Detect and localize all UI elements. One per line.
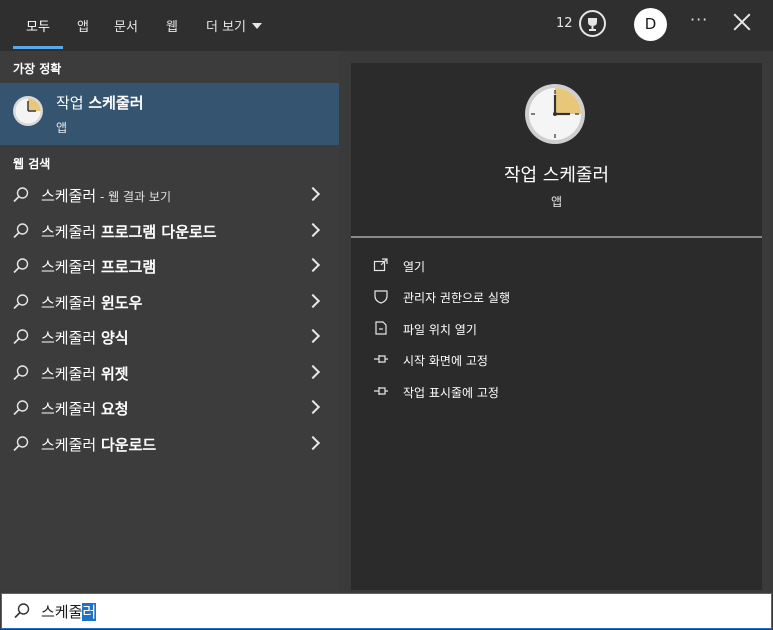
chevron-right-icon[interactable] [305,364,321,380]
results-pane: 가장 정확 작업 스케줄러 앱 웹 검색 스케줄러 - 웹 결과 보기 스케줄러 … [0,51,339,591]
search-icon [13,602,31,620]
search-icon [12,186,30,204]
web-search-text: 스케줄러 윈도우 [41,292,142,313]
chevron-right-icon[interactable] [305,435,321,451]
chevron-down-icon [252,23,263,29]
more-options-icon[interactable]: ··· [690,10,708,29]
chevron-right-icon[interactable] [305,399,321,415]
web-search-query: 스케줄러 [41,329,101,347]
search-typed-text: 스케줄 [41,603,83,621]
chevron-right-icon[interactable] [305,293,321,309]
active-tab-indicator [13,46,63,49]
top-tab-bar: 모두 앱 문서 웹 더 보기 12 D ··· [0,0,773,51]
web-search-item[interactable]: 스케줄러 - 웹 결과 보기 [0,177,339,213]
best-match-title-prefix: 작업 [56,94,89,112]
web-search-heading: 웹 검색 [13,157,51,171]
detail-divider [351,236,762,238]
pin-to-start-label: 시작 화면에 고정 [403,354,488,368]
detail-app-type: 앱 [550,195,563,209]
search-icon [12,257,30,275]
avatar[interactable]: D [634,8,667,41]
chevron-right-icon[interactable] [305,328,321,344]
search-selected-text: 러 [82,603,97,621]
web-search-query: 스케줄러 [41,187,97,205]
best-match-type: 앱 [56,121,68,135]
pin-to-taskbar-label: 작업 표시줄에 고정 [403,386,499,400]
shield-icon [373,288,389,304]
search-icon [12,399,30,417]
web-search-text: 스케줄러 프로그램 [41,256,156,277]
pin-icon [373,351,389,367]
search-icon [12,222,30,240]
web-search-text: 스케줄러 위젯 [41,363,129,384]
web-search-query: 스케줄러 [41,400,101,418]
tab-more[interactable]: 더 보기 [206,16,263,35]
close-icon[interactable] [733,13,751,31]
web-search-item[interactable]: 스케줄러 프로그램 [0,248,339,284]
web-search-hint: - 웹 결과 보기 [96,190,171,204]
web-search-query: 스케줄러 [41,258,101,276]
search-input[interactable]: 스케줄러 [41,601,97,622]
web-search-item[interactable]: 스케줄러 위젯 [0,355,339,391]
open-label: 열기 [403,260,426,274]
web-search-query: 스케줄러 [41,294,101,312]
pin-icon [373,383,389,399]
chevron-right-icon[interactable] [305,186,321,202]
search-icon [12,435,30,453]
task-scheduler-large-icon [524,83,586,145]
search-icon [12,293,30,311]
detail-pane: 작업 스케줄러 앱 열기 관리자 권한으로 실행 파일 위치 열기 시작 화면에… [351,63,762,590]
best-match-heading: 가장 정확 [13,62,62,76]
best-match-title-bold: 스케줄러 [88,94,144,112]
search-icon [12,364,30,382]
detail-app-title: 작업 스케줄러 [503,165,610,186]
chevron-right-icon[interactable] [305,257,321,273]
chevron-right-icon[interactable] [305,222,321,238]
tab-web[interactable]: 웹 [166,16,178,35]
web-search-query: 스케줄러 [41,223,101,241]
web-search-text: 스케줄러 - 웹 결과 보기 [41,185,171,206]
open-file-location-label: 파일 위치 열기 [403,323,477,337]
web-search-item[interactable]: 스케줄러 다운로드 [0,426,339,462]
web-search-query: 스케줄러 [41,365,101,383]
search-icon [12,328,30,346]
web-search-suggestion: 다운로드 [100,436,157,454]
web-search-item[interactable]: 스케줄러 양식 [0,319,339,355]
web-search-suggestion: 윈도우 [100,294,143,312]
best-match-title: 작업 스케줄러 [56,92,144,113]
web-search-text: 스케줄러 다운로드 [41,434,156,455]
tab-apps[interactable]: 앱 [77,16,89,35]
web-search-item[interactable]: 스케줄러 프로그램 다운로드 [0,213,339,249]
best-match-item[interactable]: 작업 스케줄러 앱 [0,83,339,145]
web-search-suggestion: 프로그램 [100,258,157,276]
run-as-admin-label: 관리자 권한으로 실행 [403,291,510,305]
tab-more-label: 더 보기 [206,20,247,35]
task-scheduler-icon [12,95,44,127]
tab-documents[interactable]: 문서 [114,16,138,35]
file-location-icon [373,320,389,336]
web-search-suggestion: 위젯 [100,365,129,383]
web-search-item[interactable]: 스케줄러 윈도우 [0,284,339,320]
web-search-suggestion: 프로그램 다운로드 [100,223,217,241]
rewards-points: 12 [556,16,573,31]
search-box[interactable]: 스케줄러 [1,593,772,629]
trophy-icon[interactable] [579,10,606,37]
web-search-text: 스케줄러 프로그램 다운로드 [41,221,217,242]
web-search-suggestion: 요청 [100,400,129,418]
web-search-item[interactable]: 스케줄러 요청 [0,390,339,426]
tab-all[interactable]: 모두 [26,16,50,35]
web-search-query: 스케줄러 [41,436,101,454]
web-search-text: 스케줄러 요청 [41,398,129,419]
web-search-suggestion: 양식 [100,329,129,347]
web-search-text: 스케줄러 양식 [41,327,129,348]
open-icon [373,257,389,273]
